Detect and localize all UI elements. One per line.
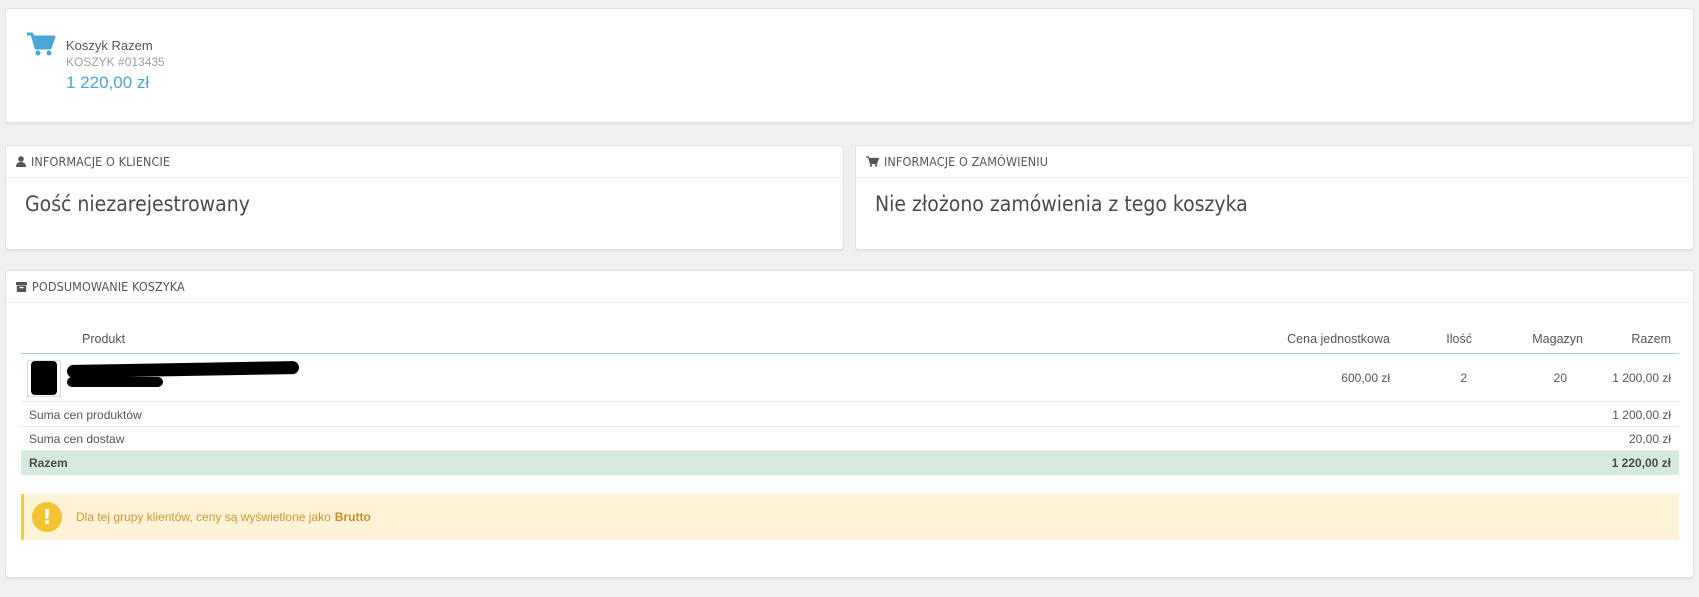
grand-total-label: Razem [29,456,68,470]
column-header-product: Produkt [82,332,126,346]
user-icon [16,156,26,167]
product-total: 1 200,00 zł [1612,371,1671,385]
panel-heading: PODSUMOWANIE KOSZYKA [6,271,1693,303]
column-header-stock: Magazyn [1532,332,1583,346]
panel-heading: INFORMACJE O ZAMÓWIENIU [856,146,1693,178]
sum-products-value: 1 200,00 zł [1612,408,1671,422]
archive-icon [16,281,27,292]
shopping-cart-icon [27,32,56,56]
column-header-total: Razem [1631,332,1671,346]
shopping-cart-icon [866,156,879,167]
product-quantity: 2 [1460,371,1467,385]
cart-id: KOSZYK #013435 [66,55,165,69]
cart-total: 1 220,00 zł [66,73,150,92]
redacted-image [31,361,57,395]
product-stock: 20 [1553,371,1567,385]
cart-summary-card: Koszyk Razem KOSZYK #013435 1 220,00 zł [5,8,1694,123]
table-row: Suma cen produktów 1 200,00 zł [21,403,1679,427]
table-row-total: Razem 1 220,00 zł [21,451,1679,475]
product-unit-price: 600,00 zł [1341,371,1390,385]
panel-heading-label: PODSUMOWANIE KOSZYKA [32,279,185,294]
customer-name: Gość niezarejestrowany [25,192,250,216]
order-info-panel: INFORMACJE O ZAMÓWIENIU Nie złożono zamó… [855,145,1694,250]
panel-heading-label: INFORMACJE O KLIENCIE [31,154,171,169]
alert-text: Dla tej grupy klientów, ceny są wyświetl… [76,510,331,524]
redacted-product-name[interactable] [66,360,300,379]
sum-products-label: Suma cen produktów [29,408,142,422]
sum-shipping-value: 20,00 zł [1628,432,1671,446]
customer-info-panel: INFORMACJE O KLIENCIE Gość niezarejestro… [5,145,844,250]
column-header-quantity: Ilość [1446,332,1472,346]
alert-emphasis: Brutto [334,510,371,524]
grand-total-value: 1 220,00 zł [1611,456,1671,470]
order-status-text: Nie złożono zamówienia z tego koszyka [875,192,1248,216]
table-row: Suma cen dostaw 20,00 zł [21,427,1679,451]
price-info-alert: ! Dla tej grupy klientów, ceny są wyświe… [21,494,1679,540]
table-row: 600,00 zł 2 20 1 200,00 zł [21,355,1679,402]
exclamation-icon: ! [32,502,62,532]
redacted-product-name [67,377,163,387]
column-header-unit-price: Cena jednostkowa [1287,332,1390,346]
cart-title: Koszyk Razem [66,38,153,53]
panel-heading-label: INFORMACJE O ZAMÓWIENIU [884,154,1049,169]
sum-shipping-label: Suma cen dostaw [29,432,125,446]
cart-summary-panel: PODSUMOWANIE KOSZYKA Produkt Cena jednos… [5,270,1694,578]
table-header: Produkt Cena jednostkowa Ilość Magazyn R… [21,324,1679,354]
panel-heading: INFORMACJE O KLIENCIE [6,146,843,178]
